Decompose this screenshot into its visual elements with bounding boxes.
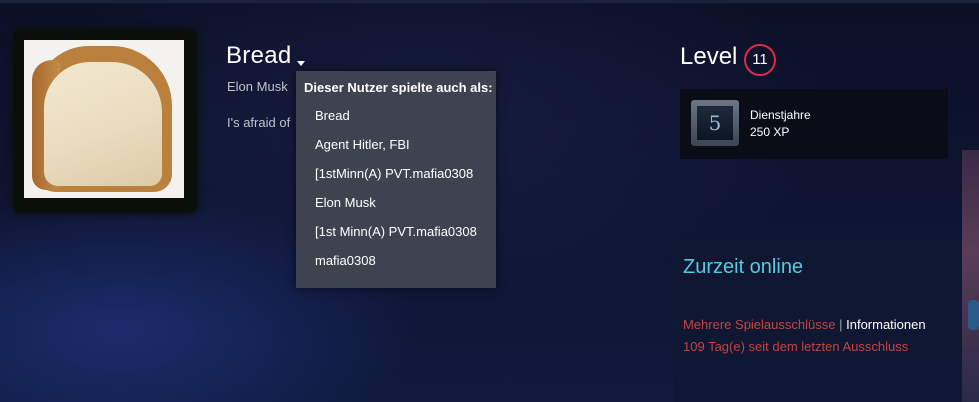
ban-info-link[interactable]: Informationen	[846, 317, 926, 332]
alias-header: Dieser Nutzer spielte auch als:	[304, 80, 493, 95]
ban-days: 109 Tag(e) seit dem letzten Ausschluss	[683, 339, 909, 354]
ban-line: Mehrere Spielausschlüsse | Informationen	[683, 317, 926, 332]
alias-item: mafia0308	[315, 253, 376, 268]
level-badge[interactable]: 11	[744, 44, 776, 76]
top-border	[0, 0, 979, 3]
profile-summary: I's afraid of	[227, 115, 291, 130]
alias-item: Bread	[315, 108, 350, 123]
alias-item: [1stMinn(A) PVT.mafia0308	[315, 166, 474, 181]
alias-item: Agent Hitler, FBI	[315, 137, 410, 152]
background-art-detail	[968, 300, 979, 330]
badge-title: Dienstjahre	[750, 108, 811, 122]
alias-item: [1st Minn(A) PVT.mafia0308	[315, 224, 477, 239]
alias-item: Elon Musk	[315, 195, 376, 210]
years-of-service-icon: 5	[691, 100, 739, 146]
years-icon-number: 5	[697, 106, 733, 140]
ban-text: Mehrere Spielausschlüsse	[683, 317, 836, 332]
avatar[interactable]	[24, 40, 184, 198]
status-panel: Zurzeit online Mehrere Spielausschlüsse …	[673, 242, 961, 402]
persona-name[interactable]: Bread	[226, 42, 292, 70]
caret-down-icon[interactable]	[297, 61, 305, 66]
bread-slice	[44, 62, 162, 186]
badge-xp: 250 XP	[750, 125, 790, 139]
ban-separator: |	[839, 317, 843, 332]
favorite-badge[interactable]: 5 Dienstjahre 250 XP	[680, 89, 948, 159]
level-label: Level	[680, 43, 738, 70]
alias-dropdown: Dieser Nutzer spielte auch als: Bread Ag…	[296, 71, 496, 288]
background-art	[962, 150, 979, 402]
online-status: Zurzeit online	[683, 256, 804, 278]
real-name: Elon Musk	[227, 79, 288, 94]
